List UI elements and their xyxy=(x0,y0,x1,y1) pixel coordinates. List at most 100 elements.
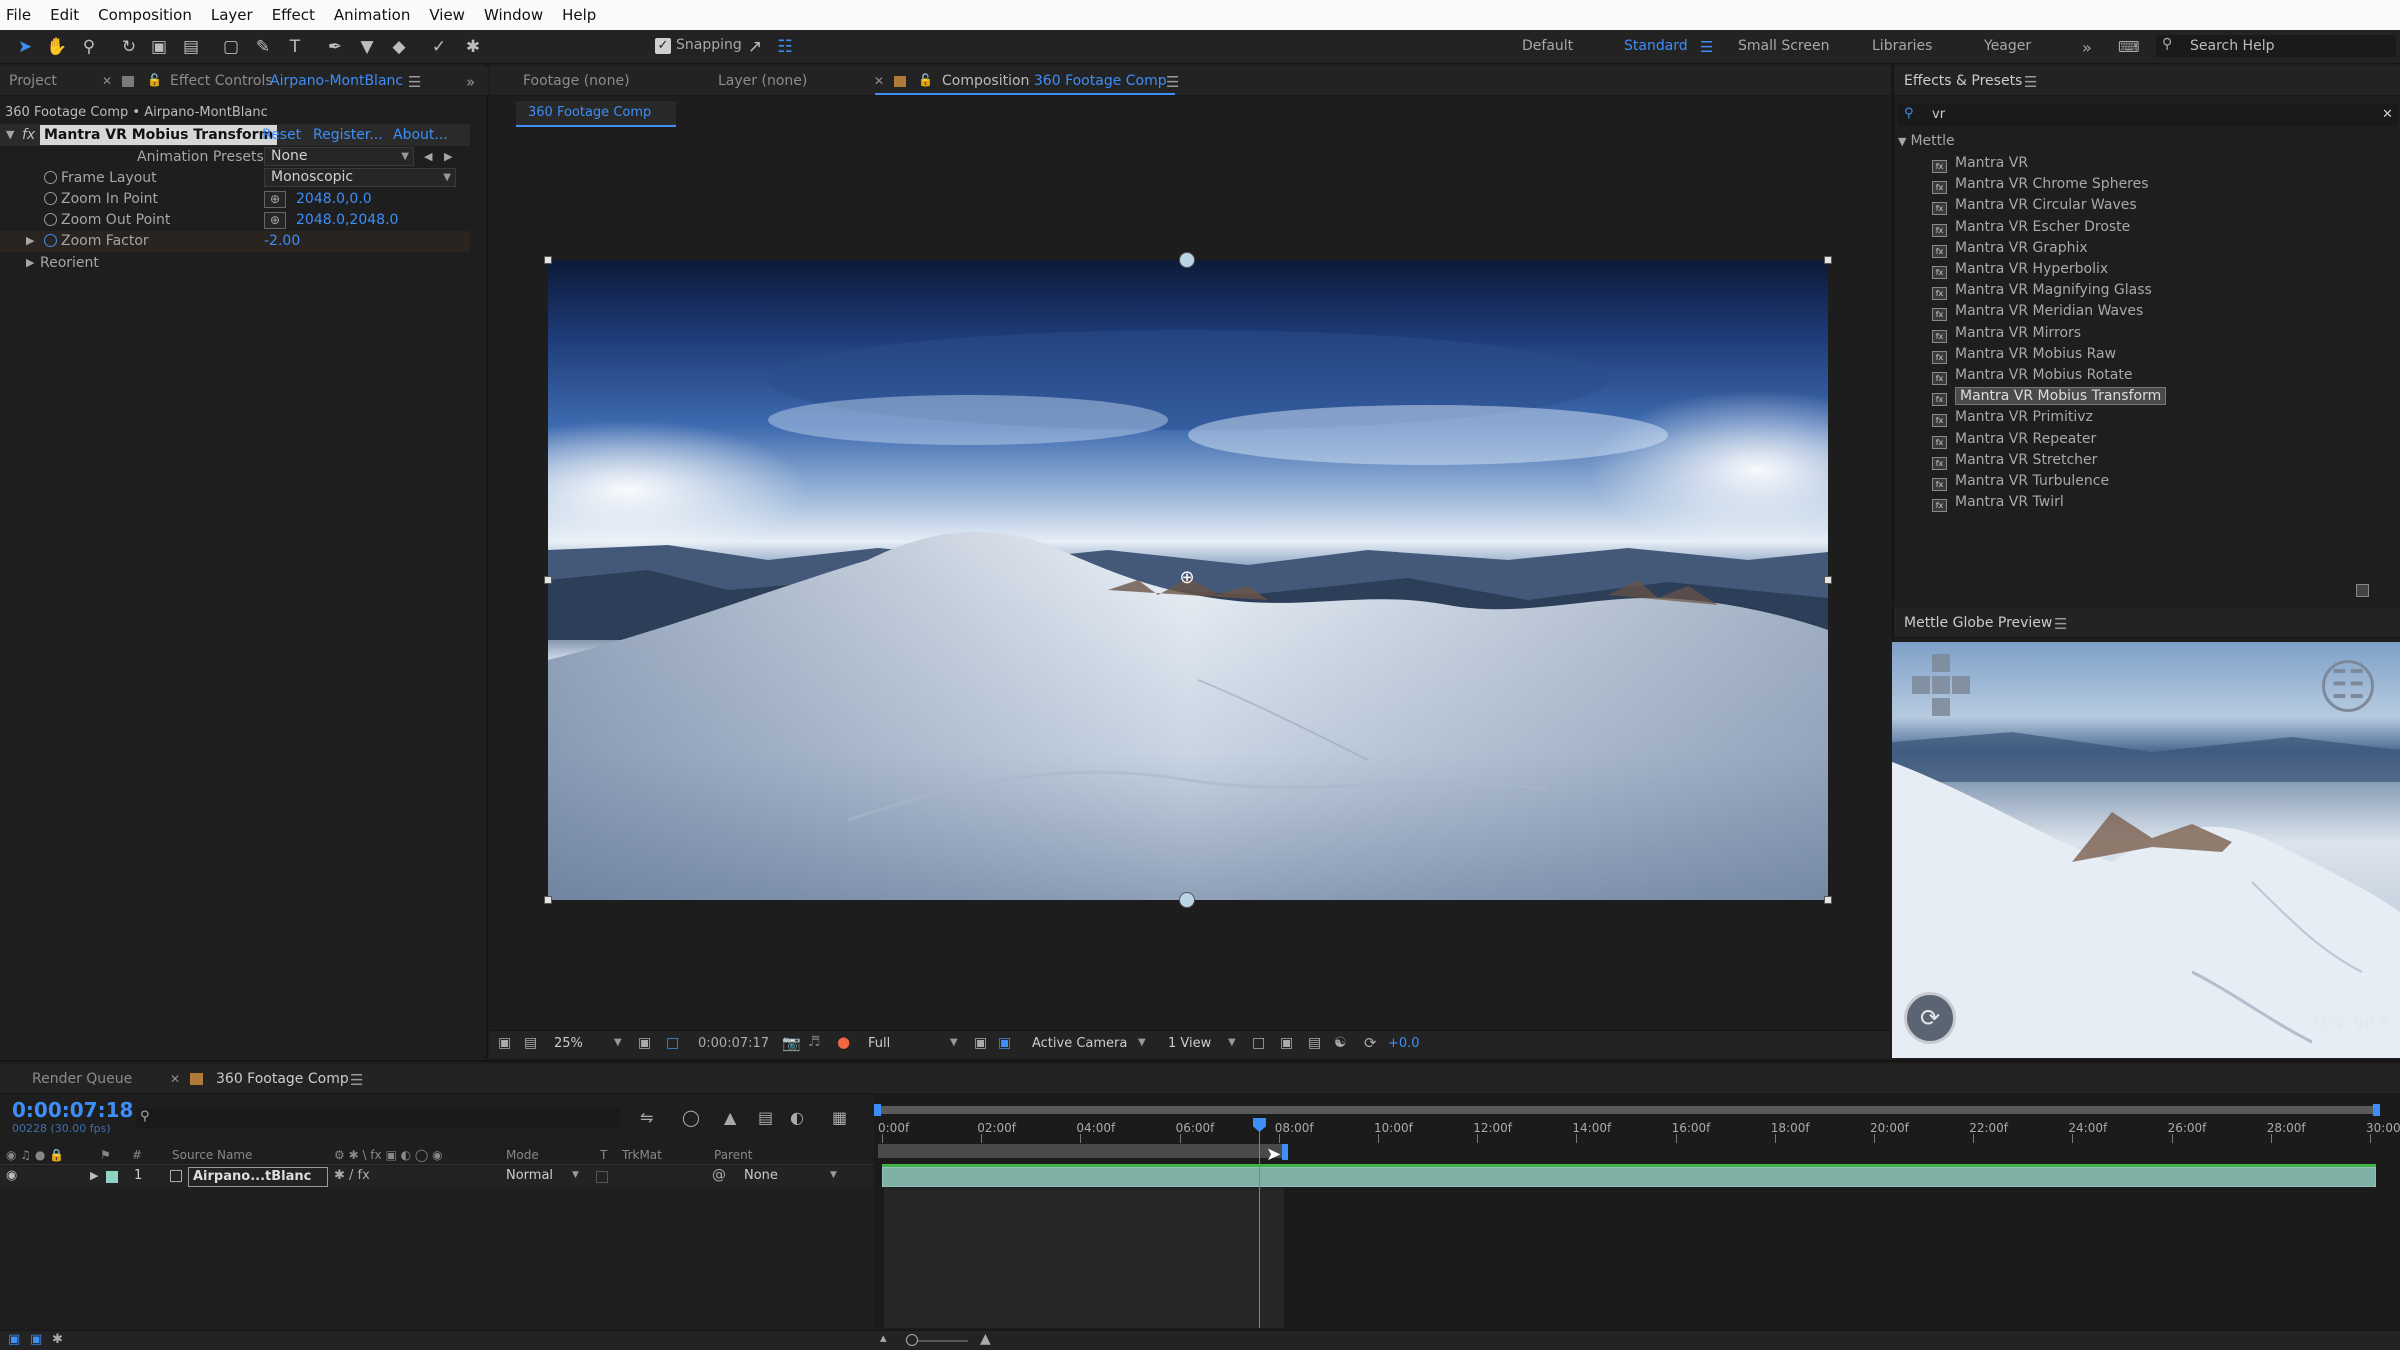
pen-tool-icon[interactable]: ✎ xyxy=(252,36,274,58)
draft-3d-icon[interactable]: ◯ xyxy=(682,1108,700,1127)
selection-tool-icon[interactable]: ➤ xyxy=(14,36,36,58)
rectangle-tool-icon[interactable]: ▢ xyxy=(220,36,242,58)
lock-icon[interactable]: 🔓 xyxy=(918,73,933,87)
workspace-menu-icon[interactable]: ☰ xyxy=(1700,38,1713,56)
preserve-transparency-checkbox[interactable] xyxy=(596,1171,608,1183)
chevron-down-icon[interactable]: ▼ xyxy=(572,1170,579,1180)
eraser-tool-icon[interactable]: ◆ xyxy=(388,36,410,58)
more-workspaces-icon[interactable]: » xyxy=(2082,38,2092,57)
stopwatch-icon[interactable] xyxy=(44,192,57,205)
playhead[interactable] xyxy=(1252,1118,1266,1328)
menu-effect[interactable]: Effect xyxy=(272,6,315,24)
transform-handle-tr[interactable] xyxy=(1824,256,1832,264)
effect-item[interactable]: fx Mantra VR Chrome Spheres xyxy=(1932,174,2149,195)
mettle-category[interactable]: ▼ Mettle xyxy=(1898,131,1955,151)
panel-menu-icon[interactable]: ☰ xyxy=(350,1071,363,1089)
tab-render-queue[interactable]: Render Queue xyxy=(32,1071,132,1087)
search-help-field[interactable]: ⚲ Search Help xyxy=(2156,35,2396,57)
snap-grid-icon[interactable]: ☷ xyxy=(774,36,796,58)
viewer-timecode[interactable]: 0:00:07:17 xyxy=(698,1036,769,1051)
exposure-value[interactable]: +0.0 xyxy=(1388,1036,1420,1051)
workspace-libraries[interactable]: Libraries xyxy=(1872,38,1932,54)
monitor-icon[interactable]: ▤ xyxy=(524,1035,537,1051)
comp-mini-flowchart-icon[interactable]: ⇋ xyxy=(640,1108,653,1127)
menu-file[interactable]: File xyxy=(6,6,31,24)
color-channels-icon[interactable]: ● xyxy=(837,1033,850,1051)
zoom-in-point-value[interactable]: 2048.0,0.0 xyxy=(296,189,372,209)
frame-layout-dropdown[interactable]: Monoscopic ▼ xyxy=(264,168,456,187)
stopwatch-icon[interactable] xyxy=(44,234,57,247)
region-of-interest-icon[interactable]: □ xyxy=(666,1035,679,1051)
new-bin-icon[interactable] xyxy=(2356,584,2369,597)
snap-options-icon[interactable]: ↗ xyxy=(744,36,766,58)
work-area-bar[interactable] xyxy=(878,1144,1282,1158)
timeline-current-time[interactable]: 0:00:07:18 xyxy=(12,1098,133,1122)
effect-item[interactable]: fx Mantra VR Mirrors xyxy=(1932,323,2081,343)
clone-stamp-tool-icon[interactable]: ▼ xyxy=(356,36,378,58)
workspace-standard[interactable]: Standard xyxy=(1624,38,1688,54)
layer-label-color[interactable] xyxy=(106,1171,118,1183)
menu-view[interactable]: View xyxy=(429,6,465,24)
globe-preview-title[interactable]: Mettle Globe Preview xyxy=(1904,615,2052,631)
effect-controls-layer-name[interactable]: Airpano-MontBlanc xyxy=(270,73,403,89)
navigator-end-handle[interactable] xyxy=(2373,1104,2380,1116)
layer-twirl-icon[interactable]: ▶ xyxy=(90,1169,98,1182)
reset-button[interactable]: Reset xyxy=(262,125,301,145)
zoom-out-point-value[interactable]: 2048.0,2048.0 xyxy=(296,210,398,230)
fit-icon[interactable]: ▣ xyxy=(638,1035,651,1051)
fast-previews-icon[interactable]: ▣ xyxy=(1280,1035,1293,1051)
fx-icon[interactable]: fx xyxy=(22,125,35,145)
effect-item[interactable]: fx Mantra VR Primitivz xyxy=(1932,407,2093,428)
time-zoom-slider-thumb[interactable] xyxy=(906,1334,918,1346)
reset-exposure-icon[interactable]: ⟳ xyxy=(1364,1034,1377,1052)
source-name-header[interactable]: Source Name xyxy=(172,1148,252,1162)
type-tool-icon[interactable]: T xyxy=(284,36,306,58)
tab-layer[interactable]: Layer (none) xyxy=(718,73,807,89)
effects-search-field[interactable]: ⚲ vr ✕ xyxy=(1898,104,2398,126)
timeline-icon[interactable]: ▤ xyxy=(1308,1035,1321,1051)
lock-icon[interactable]: 🔓 xyxy=(147,73,162,87)
previous-preset-icon[interactable]: ◀ xyxy=(424,147,432,167)
puppet-tool-icon[interactable]: ✱ xyxy=(462,36,484,58)
chevron-down-icon[interactable]: ▼ xyxy=(1138,1037,1146,1048)
show-snapshot-icon[interactable]: ♬ xyxy=(808,1034,821,1050)
effect-item[interactable]: fx Mantra VR Hyperbolix xyxy=(1932,259,2108,279)
always-preview-icon[interactable]: ▣ xyxy=(498,1035,511,1051)
menu-help[interactable]: Help xyxy=(562,6,596,24)
toggle-pixel-aspect-icon[interactable]: □ xyxy=(1252,1035,1265,1051)
pickwhip-icon[interactable]: @ xyxy=(712,1167,726,1183)
chevron-down-icon[interactable]: ▼ xyxy=(950,1037,958,1048)
tab-effect-controls[interactable]: Effect Controls xyxy=(170,73,273,89)
panel-menu-icon[interactable]: ☰ xyxy=(408,73,421,91)
layer-row[interactable] xyxy=(0,1167,874,1187)
close-tab-icon[interactable]: ✕ xyxy=(874,74,884,88)
workspace-small-screen[interactable]: Small Screen xyxy=(1738,38,1829,54)
next-preset-icon[interactable]: ▶ xyxy=(444,147,452,167)
chevron-down-icon[interactable]: ▼ xyxy=(614,1037,622,1048)
menu-composition[interactable]: Composition xyxy=(98,6,192,24)
snapping-checkbox[interactable]: ✓ xyxy=(655,38,671,54)
effect-name[interactable]: Mantra VR Mobius Transform xyxy=(40,125,278,145)
layer-mode-dropdown[interactable]: Normal xyxy=(506,1168,553,1183)
tab-project[interactable]: Project xyxy=(9,73,57,89)
modes-toggle-icon[interactable]: ▣ xyxy=(30,1332,42,1347)
brush-tool-icon[interactable]: ✒ xyxy=(324,36,346,58)
effect-twirl-icon[interactable]: ▼ xyxy=(6,125,14,145)
effect-item[interactable]: fx Mantra VR Escher Droste xyxy=(1932,217,2130,237)
zoom-tool-icon[interactable]: ⚲ xyxy=(78,36,100,58)
effects-presets-title[interactable]: Effects & Presets xyxy=(1904,73,2022,89)
workspace-default[interactable]: Default xyxy=(1522,38,1573,54)
effect-item[interactable]: fx Mantra VR Meridian Waves xyxy=(1932,301,2143,322)
pan-arrows-icon[interactable] xyxy=(1904,654,1988,718)
comp-subtab[interactable]: 360 Footage Comp xyxy=(516,101,676,127)
shy-layers-icon[interactable]: ▲ xyxy=(724,1108,736,1127)
stopwatch-icon[interactable] xyxy=(44,171,57,184)
workspace-yeager[interactable]: Yeager xyxy=(1984,38,2031,54)
transform-handle-bl[interactable] xyxy=(544,896,552,904)
work-area-end-handle[interactable] xyxy=(1282,1144,1288,1160)
snapshot-icon[interactable]: 📷 xyxy=(782,1034,801,1052)
panel-menu-icon[interactable]: ☰ xyxy=(1166,73,1179,91)
menu-layer[interactable]: Layer xyxy=(211,6,253,24)
keyboard-icon[interactable]: ⌨ xyxy=(2118,38,2140,56)
zoom-dropdown[interactable]: 25% xyxy=(554,1036,583,1051)
